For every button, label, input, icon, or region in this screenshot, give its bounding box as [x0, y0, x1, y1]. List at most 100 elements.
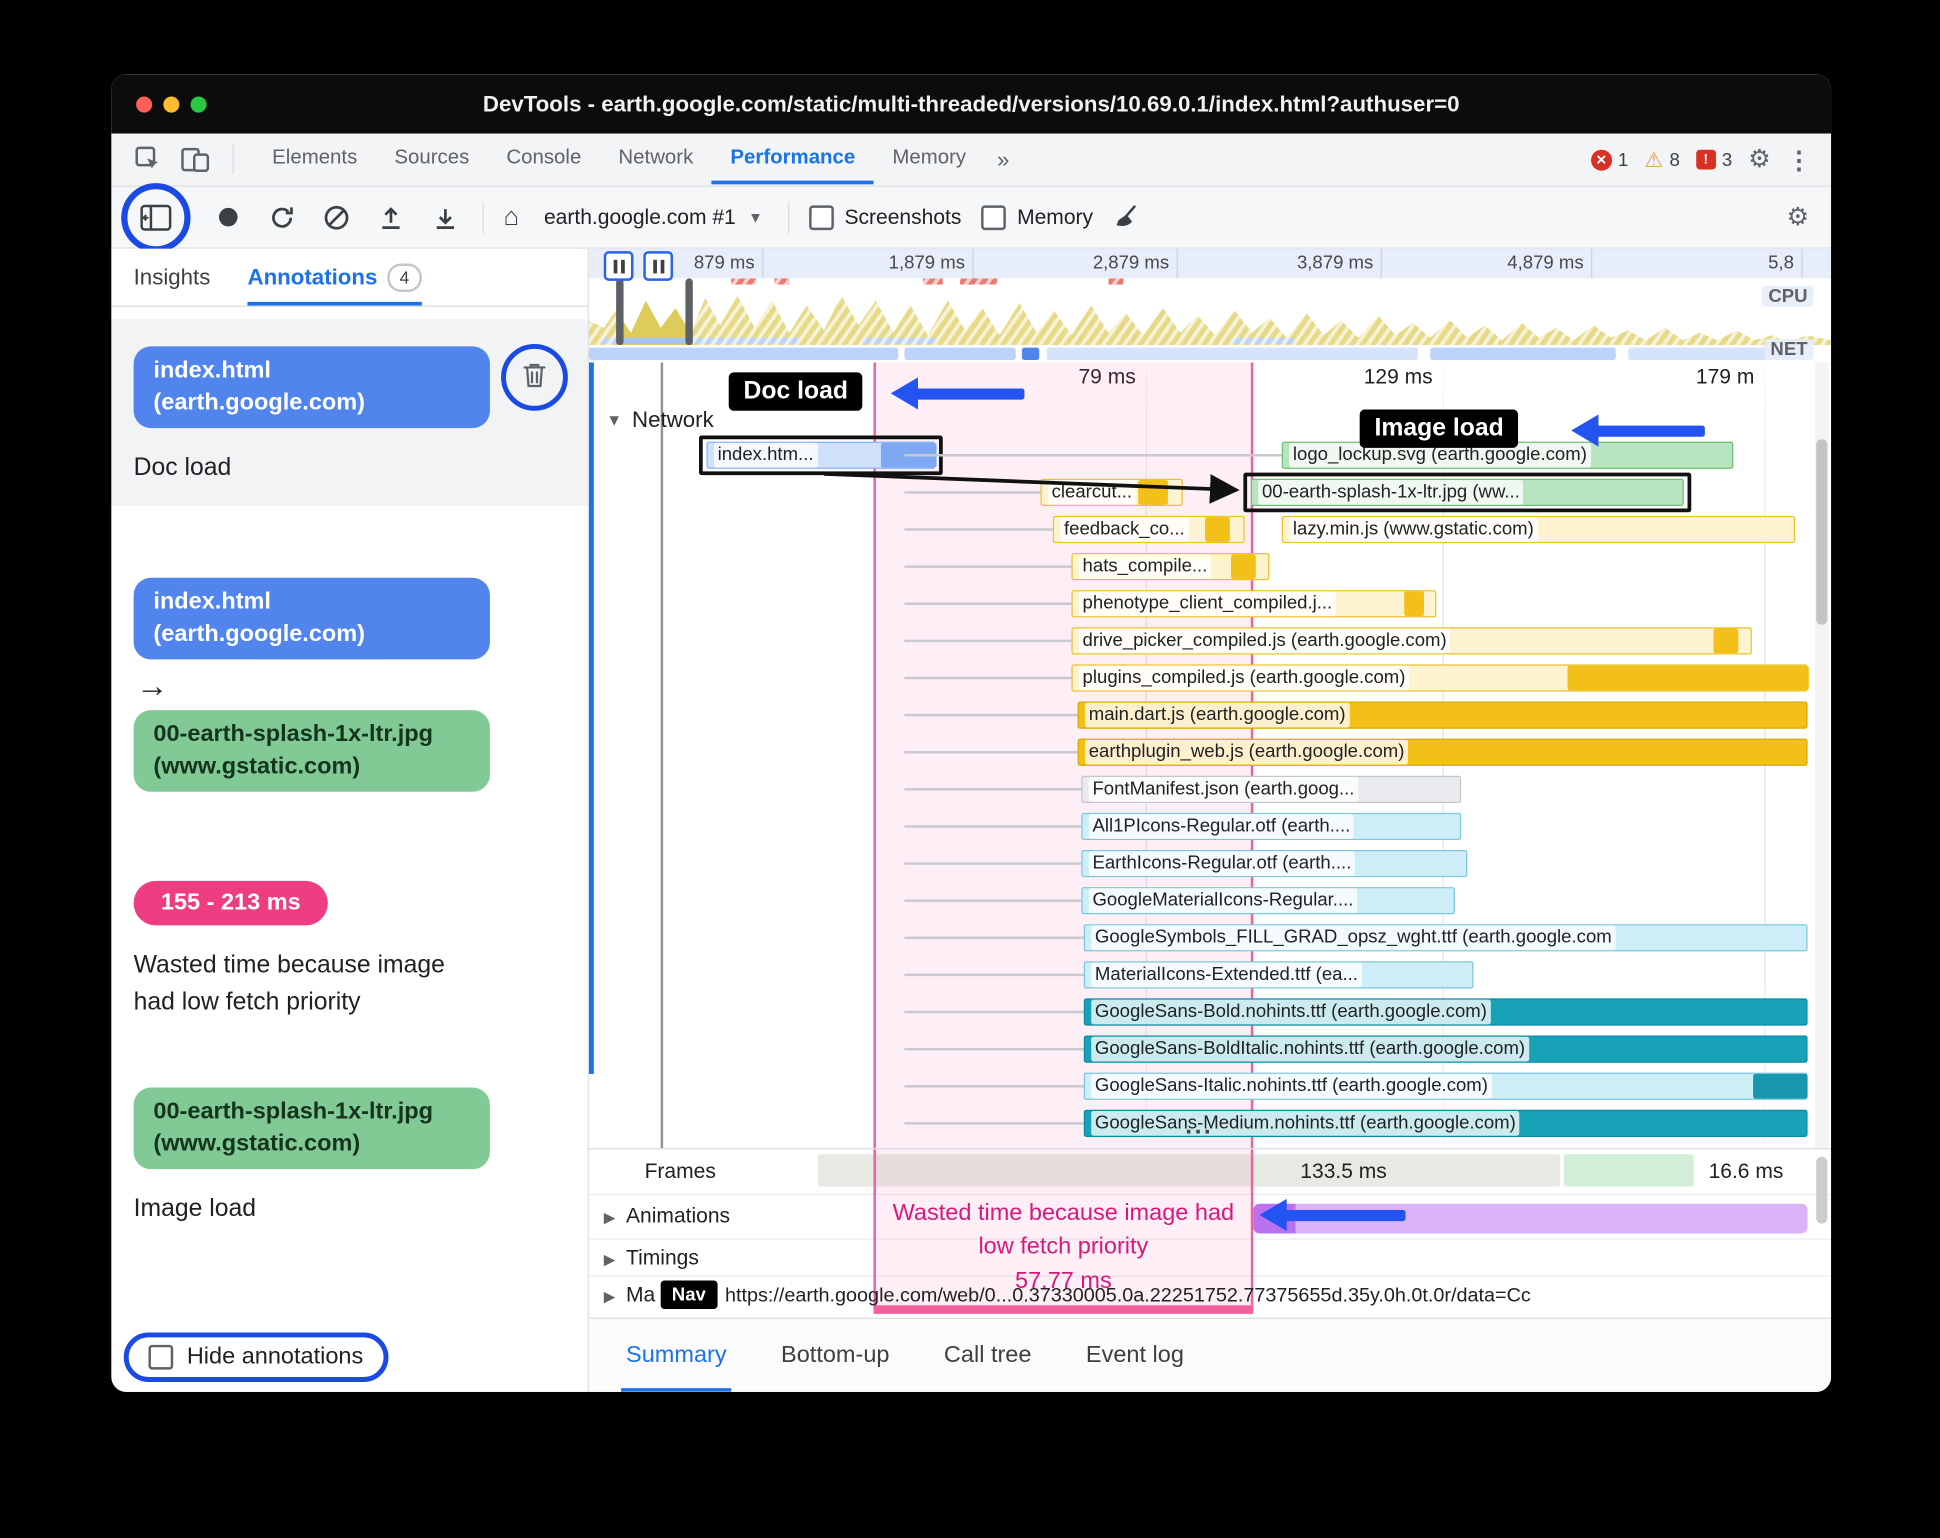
request-tail — [904, 639, 1072, 643]
overview-tick-label: 5,8 — [1768, 252, 1794, 274]
collect-garbage-icon[interactable] — [1113, 200, 1148, 235]
settings-gear-icon[interactable]: ⚙ — [1748, 147, 1770, 172]
network-track-header[interactable]: ▼ Network — [606, 407, 714, 433]
annotation-link-arrow: → — [136, 666, 169, 704]
request-segment — [1713, 628, 1739, 654]
net-activity-segment — [1046, 347, 1418, 361]
inspect-element-icon[interactable] — [131, 142, 166, 177]
waterfall-scrollbar[interactable] — [1814, 362, 1829, 1149]
request-tail — [904, 491, 1041, 494]
selection-left-handle[interactable] — [616, 278, 624, 346]
request-label: FontManifest.json (earth.goog... — [1088, 776, 1359, 802]
nav-start-gridline — [660, 362, 664, 1149]
overview-tick-line — [1380, 248, 1382, 279]
target-select[interactable]: earth.google.com #1 ▼ — [539, 205, 768, 230]
scrollbar-thumb[interactable] — [1816, 439, 1828, 625]
separator — [482, 201, 484, 234]
memory-checkbox[interactable] — [981, 204, 1006, 230]
tab-memory[interactable]: Memory — [874, 134, 985, 185]
home-icon[interactable]: ⌂ — [504, 203, 520, 231]
warning-count[interactable]: ⚠ 8 — [1644, 149, 1679, 170]
main-track-label[interactable]: Ma — [626, 1283, 655, 1308]
upload-profile-icon[interactable] — [374, 200, 409, 235]
overflow-indicator[interactable]: ... — [1185, 1112, 1213, 1140]
device-toolbar-icon[interactable] — [178, 142, 213, 177]
network-waterfall-panel: 79 ms 129 ms 179 m ▼ Network index.htm... l… — [588, 362, 1832, 1149]
tab-annotations[interactable]: Annotations 4 — [247, 249, 422, 306]
request-tail — [904, 454, 1282, 457]
animations-track-label[interactable]: Animations — [626, 1204, 730, 1229]
tab-performance[interactable]: Performance — [711, 134, 874, 185]
hide-annotations-checkbox[interactable] — [148, 1344, 174, 1370]
request-tail — [904, 936, 1084, 940]
overview-dim-left — [588, 278, 617, 346]
error-count[interactable]: ✕ 1 — [1590, 149, 1628, 171]
frames-track-label[interactable]: Frames — [645, 1159, 716, 1184]
bottom-tab-event-log[interactable]: Event log — [1086, 1319, 1184, 1392]
request-tail — [904, 788, 1082, 791]
selection-right-handle[interactable] — [685, 278, 693, 346]
clear-icon[interactable] — [319, 200, 354, 235]
main-disclosure-icon[interactable]: ▶ — [604, 1288, 615, 1305]
wasted-time-text: Wasted time because image had low fetch … — [892, 1200, 1235, 1260]
annotation-pill[interactable]: 00-earth-splash-1x-ltr.jpg (www.gstatic.… — [133, 1087, 490, 1170]
frames-bar-partial[interactable] — [1563, 1154, 1694, 1187]
tab-insights[interactable]: Insights — [134, 264, 211, 290]
annotation-card[interactable]: 155 - 213 ms Wasted time because image ha… — [111, 854, 587, 1041]
more-tabs-icon[interactable]: » — [985, 147, 1022, 173]
annotation-pill[interactable]: index.html (earth.google.com) — [133, 346, 490, 429]
overview-tick-line — [1176, 248, 1178, 279]
toggle-sidebar-icon[interactable] — [139, 200, 174, 235]
tab-network[interactable]: Network — [600, 134, 712, 185]
annotation-pill[interactable]: 00-earth-splash-1x-ltr.jpg (www.gstatic.… — [133, 710, 490, 792]
animations-disclosure-icon[interactable]: ▶ — [604, 1209, 615, 1226]
request-label: GoogleSans-Bold.nohints.ttf (earth.googl… — [1091, 999, 1491, 1025]
overview-tick-label: 3,879 ms — [1296, 252, 1374, 274]
annotation-pill[interactable]: 155 - 213 ms — [133, 880, 328, 926]
screenshots-checkbox[interactable] — [808, 204, 834, 230]
download-profile-icon[interactable] — [428, 200, 463, 235]
image-load-annotation-badge[interactable]: Image load — [1359, 409, 1519, 448]
request-label: GoogleSymbols_FILL_GRAD_opsz_wght.ttf (e… — [1091, 925, 1616, 951]
tab-console[interactable]: Console — [488, 134, 600, 185]
pause-button[interactable] — [643, 251, 674, 281]
disclosure-triangle-icon: ▼ — [606, 410, 623, 430]
timings-track-label[interactable]: Timings — [626, 1246, 699, 1271]
tab-sources[interactable]: Sources — [376, 134, 488, 185]
tracks-scrollbar-thumb[interactable] — [1816, 1156, 1828, 1224]
timings-disclosure-icon[interactable]: ▶ — [604, 1251, 615, 1268]
hide-annotations-control: Hide annotations — [123, 1332, 388, 1382]
request-label: GoogleSans-BoldItalic.nohints.ttf (earth… — [1091, 1036, 1529, 1062]
overview-tick-line — [972, 248, 974, 279]
annotation-card[interactable]: 00-earth-splash-1x-ltr.jpg (www.gstatic.… — [111, 1060, 587, 1247]
overview-cpu-strip[interactable] — [588, 278, 1832, 346]
reload-and-record-icon[interactable] — [265, 200, 300, 235]
request-tail — [904, 1122, 1084, 1125]
detail-tick-label: 179 m — [1695, 364, 1755, 389]
lower-tracks: Frames 133.5 ms 16.6 ms ▶ Animations ▶ T… — [588, 1148, 1832, 1318]
delete-annotation-trash-icon[interactable] — [521, 359, 548, 395]
record-icon[interactable] — [210, 200, 245, 235]
issues-count[interactable]: ! 3 — [1695, 149, 1732, 170]
annotation-card[interactable]: index.html (earth.google.com) → 00-earth-s… — [111, 551, 587, 812]
request-label: feedback_co... — [1060, 517, 1189, 542]
doc-load-annotation-badge[interactable]: Doc load — [728, 372, 863, 411]
frames-duration: 133.5 ms — [1300, 1159, 1387, 1183]
annotations-sidebar: Insights Annotations 4 index.html (earth… — [111, 248, 589, 1392]
capture-settings-gear-icon[interactable]: ⚙ — [1787, 205, 1831, 230]
annotation-highlight-ring — [501, 343, 568, 411]
timeline-overview[interactable]: 879 ms 1,879 ms 2,879 ms 3,879 ms 4,879 ms 5,… — [588, 248, 1832, 363]
nav-marker-chip[interactable]: Nav — [660, 1280, 717, 1309]
devtools-tabs: Elements Sources Console Network Performance… — [254, 134, 985, 186]
bottom-tab-bottom-up[interactable]: Bottom-up — [781, 1319, 889, 1392]
kebab-menu-icon[interactable]: ⋮ — [1787, 144, 1812, 175]
sidebar-tabs: Insights Annotations 4 — [111, 249, 588, 307]
request-label: clearcut... — [1047, 480, 1136, 505]
tabbar-left-icons — [111, 142, 253, 177]
annotation-pill[interactable]: index.html (earth.google.com) — [133, 577, 490, 660]
tab-elements[interactable]: Elements — [254, 134, 376, 185]
annotation-card[interactable]: index.html (earth.google.com) Doc load — [111, 319, 588, 507]
bottom-tab-call-tree[interactable]: Call tree — [944, 1319, 1032, 1392]
pause-button[interactable] — [603, 251, 634, 281]
bottom-tab-summary[interactable]: Summary — [621, 1319, 732, 1392]
